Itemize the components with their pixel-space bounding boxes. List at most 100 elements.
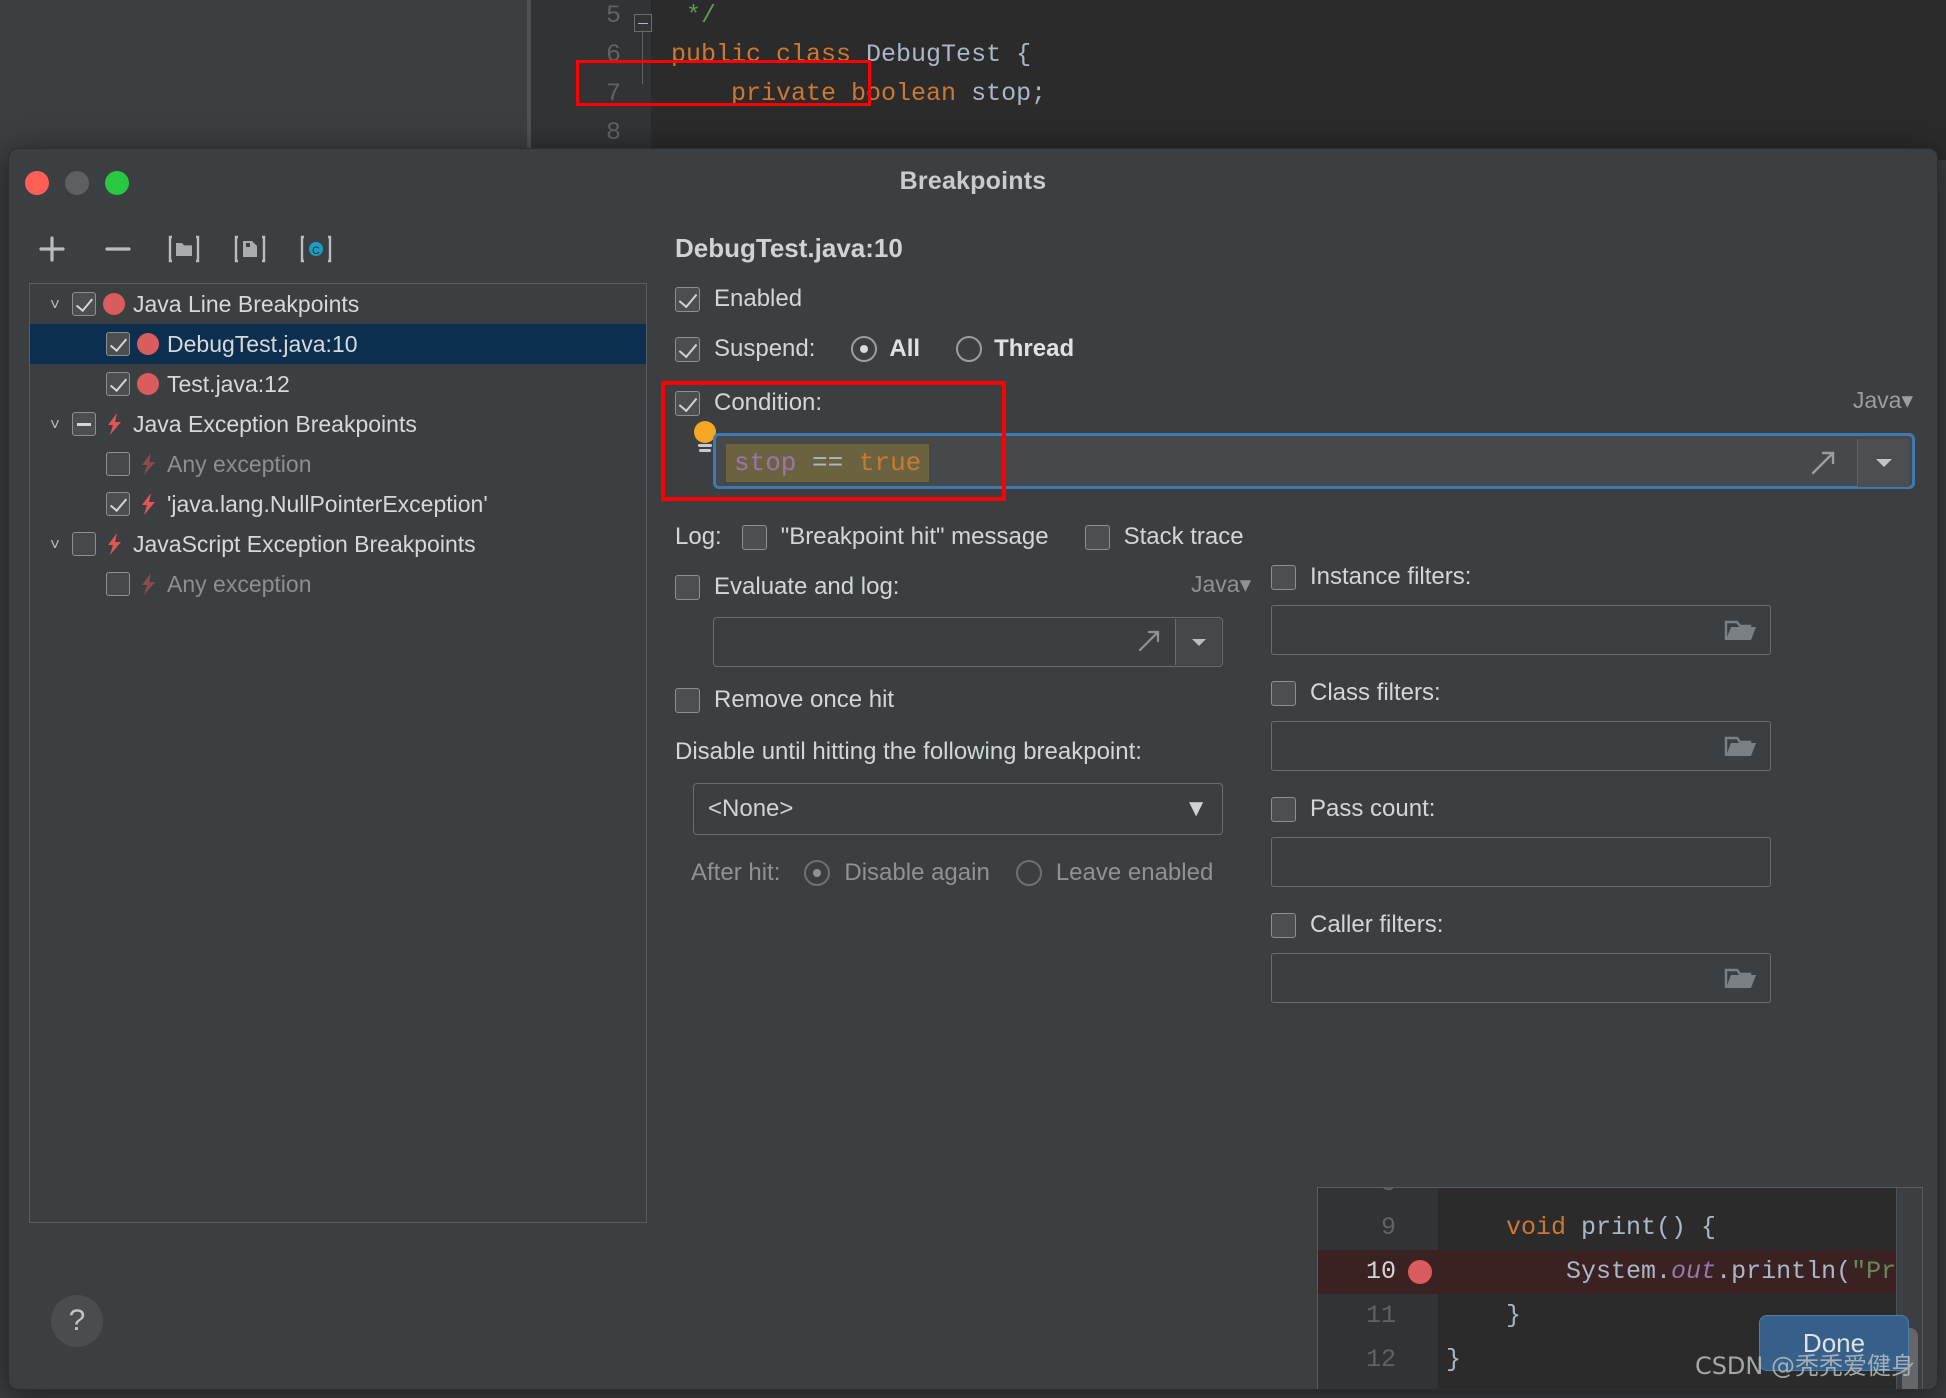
remove-once-hit-label: Remove once hit	[714, 686, 895, 713]
tree-item-checkbox[interactable]	[106, 452, 130, 476]
filter-block-pass-count: Pass count:	[1271, 795, 1771, 887]
evaluate-history-dropdown[interactable]	[1175, 619, 1221, 665]
preview-code-text: System.out.println("Print something to c…	[1446, 1257, 1922, 1286]
preview-line: 8	[1318, 1188, 1922, 1206]
tree-item-java-lang-nullpointerexception[interactable]: 'java.lang.NullPointerException'	[30, 484, 646, 524]
suspend-thread-radio[interactable]	[956, 336, 983, 362]
class-filters-label: Class filters:	[1310, 679, 1441, 706]
remove-once-hit-row: Remove once hit	[675, 686, 894, 714]
remove-breakpoint-button[interactable]	[97, 228, 139, 270]
preview-code-text: }	[1446, 1345, 1462, 1374]
chevron-down-icon[interactable]: ˅	[38, 536, 72, 553]
instance-filters-checkbox[interactable]	[1271, 564, 1296, 590]
pass-count-checkbox[interactable]	[1271, 796, 1296, 822]
pass-count-label: Pass count:	[1310, 795, 1436, 822]
disable-until-value: <None>	[708, 795, 794, 822]
tree-item-checkbox[interactable]	[72, 292, 96, 316]
preview-code-text: }	[1446, 1301, 1522, 1330]
log-row: Log: "Breakpoint hit" message Stack trac…	[675, 523, 1244, 551]
preview-line-number: 12	[1365, 1345, 1396, 1374]
preview-line: 13	[1318, 1382, 1922, 1389]
tree-item-label: 'java.lang.NullPointerException'	[167, 490, 488, 517]
breakpoints-tree-column: C ˅ Java Line Breakpoints DebugTest.java:1…	[23, 211, 653, 1389]
evaluate-and-log-checkbox[interactable]	[675, 574, 700, 600]
breakpoint-dot-icon[interactable]	[1408, 1260, 1432, 1284]
condition-language-selector[interactable]: Java▾	[1853, 387, 1913, 414]
instance-filters-row: Instance filters:	[1271, 563, 1771, 591]
preview-code-text: void print() {	[1506, 1213, 1717, 1242]
caller-filters-row: Caller filters:	[1271, 911, 1771, 939]
class-filters-checkbox[interactable]	[1271, 680, 1296, 706]
folder-icon[interactable]	[1724, 618, 1758, 649]
breakpoints-tree[interactable]: ˅ Java Line Breakpoints DebugTest.java:10 T…	[29, 283, 647, 1223]
evaluate-and-log-label: Evaluate and log:	[714, 573, 900, 600]
class-filters-input[interactable]	[1271, 721, 1771, 771]
preview-line-number: 10	[1365, 1257, 1396, 1286]
annotation-box-condition	[661, 381, 1006, 501]
evaluate-language-selector[interactable]: Java▾	[1191, 571, 1251, 598]
log-message-label: "Breakpoint hit" message	[780, 523, 1049, 550]
chevron-down-icon[interactable]: ˅	[38, 416, 72, 433]
enabled-checkbox[interactable]	[675, 286, 700, 312]
tree-item-checkbox[interactable]	[106, 572, 130, 596]
folder-icon[interactable]	[1724, 734, 1758, 765]
ide-left-pane	[0, 0, 527, 160]
tree-toolbar: C	[31, 221, 337, 277]
breakpoint-dot-icon	[137, 333, 159, 355]
dialog-title: Breakpoints	[899, 167, 1047, 195]
group-breakpoints-icon[interactable]	[163, 228, 205, 270]
save-to-file-icon[interactable]	[229, 228, 271, 270]
tree-item-js-any-exception[interactable]: Any exception	[30, 564, 646, 604]
condition-history-dropdown[interactable]	[1857, 439, 1909, 487]
suspend-all-radio[interactable]	[851, 336, 878, 362]
preview-line-number: 11	[1365, 1301, 1396, 1330]
mute-breakpoints-icon[interactable]: C	[295, 228, 337, 270]
help-button[interactable]: ?	[51, 1295, 103, 1347]
stack-trace-checkbox[interactable]	[1084, 524, 1110, 550]
tree-item-label: Java Line Breakpoints	[133, 290, 360, 317]
after-hit-leave-enabled-radio[interactable]	[1015, 860, 1042, 886]
after-hit-disable-again-radio[interactable]	[804, 860, 831, 886]
instance-filters-input[interactable]	[1271, 605, 1771, 655]
tree-item-debugtest-java-10[interactable]: DebugTest.java:10	[30, 324, 646, 364]
svg-text:C: C	[312, 245, 320, 257]
remove-once-hit-checkbox[interactable]	[675, 687, 700, 713]
evaluate-language-label: Java	[1191, 571, 1240, 597]
tree-item-checkbox[interactable]	[72, 532, 96, 556]
evaluate-and-log-input[interactable]	[713, 617, 1223, 667]
evaluate-and-log-row: Evaluate and log:	[675, 573, 899, 601]
tree-item-label: Test.java:12	[167, 370, 290, 397]
after-hit-disable-again-label: Disable again	[844, 859, 990, 886]
filter-block-class-filters: Class filters:	[1271, 679, 1771, 771]
lightning-bolt-icon	[137, 452, 161, 476]
tree-item-java-exception-breakpoints[interactable]: ˅ Java Exception Breakpoints	[30, 404, 646, 444]
pass-count-input[interactable]	[1271, 837, 1771, 887]
lightning-bolt-icon	[103, 412, 127, 436]
expand-editor-icon[interactable]	[1806, 446, 1840, 480]
chevron-down-icon	[1875, 459, 1892, 467]
tree-item-checkbox[interactable]	[106, 372, 130, 396]
filter-block-instance-filters: Instance filters:	[1271, 563, 1771, 655]
tree-item-checkbox[interactable]	[106, 492, 130, 516]
tree-item-checkbox[interactable]	[106, 332, 130, 356]
log-message-checkbox[interactable]	[741, 524, 767, 550]
disable-until-select[interactable]: <None> ▼	[693, 783, 1223, 835]
tree-item-javascript-exception-breakpoints[interactable]: ˅ JavaScript Exception Breakpoints	[30, 524, 646, 564]
expand-editor-icon[interactable]	[1134, 626, 1164, 656]
tree-item-checkbox[interactable]	[72, 412, 96, 436]
add-breakpoint-button[interactable]	[31, 228, 73, 270]
caller-filters-checkbox[interactable]	[1271, 912, 1296, 938]
tree-item-java-line-breakpoints[interactable]: ˅ Java Line Breakpoints	[30, 284, 646, 324]
tree-item-label: Java Exception Breakpoints	[133, 410, 417, 437]
folder-icon[interactable]	[1724, 966, 1758, 997]
chevron-down-icon: ▾	[1901, 387, 1913, 413]
annotation-box-stop-field	[576, 60, 871, 106]
suspend-checkbox[interactable]	[675, 336, 700, 362]
tree-item-test-java-12[interactable]: Test.java:12	[30, 364, 646, 404]
chevron-down-icon[interactable]: ˅	[38, 296, 72, 313]
breakpoint-detail-title: DebugTest.java:10	[675, 233, 903, 263]
tree-item-java-any-exception[interactable]: Any exception	[30, 444, 646, 484]
caller-filters-input[interactable]	[1271, 953, 1771, 1003]
filter-block-caller-filters: Caller filters:	[1271, 911, 1771, 1003]
tree-item-label: DebugTest.java:10	[167, 330, 358, 357]
